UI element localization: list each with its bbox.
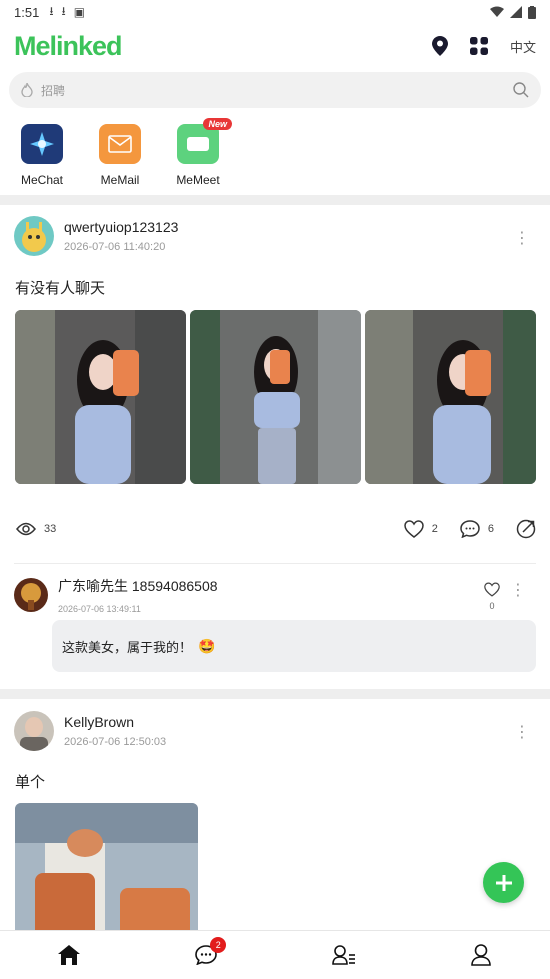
post-photos <box>15 310 536 484</box>
post-username[interactable]: qwertyuiop123123 <box>64 219 178 235</box>
eye-icon <box>16 522 36 536</box>
battery-icon <box>528 5 536 19</box>
memeet-icon <box>177 124 219 164</box>
post-timestamp: 2026-07-06 11:40:20 <box>64 241 166 253</box>
heart-icon <box>484 582 500 597</box>
comment-like-button[interactable]: 0 <box>484 582 500 611</box>
comment-likes-count: 0 <box>489 601 495 611</box>
mechat-icon <box>21 124 63 164</box>
app-header: Melinked 中文 <box>0 28 550 64</box>
nav-messages[interactable]: 2 <box>138 931 276 979</box>
post-photo[interactable] <box>190 310 361 484</box>
download-icon: ⭳ <box>61 3 66 18</box>
home-icon <box>57 945 80 965</box>
wifi-icon <box>490 6 504 17</box>
search-icon[interactable] <box>513 82 529 98</box>
views-stat: 33 <box>16 522 56 536</box>
heart-icon <box>403 520 424 538</box>
flame-icon <box>21 83 33 97</box>
post-stats: 33 2 6 <box>16 518 536 540</box>
nav-contacts[interactable] <box>275 931 413 979</box>
status-bar: 1:51 ⭳ ⭳ ▣ <box>0 0 550 24</box>
share-icon[interactable] <box>516 519 536 539</box>
comment-username[interactable]: 广东喻先生 18594086508 <box>58 576 218 596</box>
contacts-icon <box>331 945 355 965</box>
memail-icon <box>99 124 141 164</box>
post-photo[interactable] <box>15 803 198 943</box>
star-eyes-emoji: 🤩 <box>198 637 216 654</box>
comment-timestamp: 2026-07-06 13:49:11 <box>58 604 141 614</box>
app-mechat[interactable]: MeChat <box>14 124 70 187</box>
unread-badge: 2 <box>210 937 227 953</box>
likes-count: 2 <box>431 523 438 535</box>
post-username[interactable]: KellyBrown <box>64 714 166 730</box>
search-placeholder: 招聘 <box>41 83 66 98</box>
post-text: 单个 <box>15 774 46 791</box>
location-pin-icon[interactable] <box>431 36 448 56</box>
profile-icon <box>471 944 492 966</box>
avatar[interactable] <box>14 578 48 612</box>
section-separator <box>0 195 550 205</box>
status-time: 1:51 <box>14 4 40 20</box>
search-bar[interactable]: 招聘 <box>9 72 541 108</box>
post-header[interactable]: qwertyuiop123123 2026-07-06 11:40:20 <box>14 216 178 256</box>
post-timestamp: 2026-07-06 12:50:03 <box>64 736 167 748</box>
post-header[interactable]: KellyBrown 2026-07-06 12:50:03 <box>14 711 166 751</box>
quick-apps: MeChat MeMail New MeMeet <box>14 118 232 187</box>
comment-bubble: 这款美女，属于我的！ 🤩 <box>52 620 536 672</box>
app-memeet[interactable]: New MeMeet <box>170 118 232 187</box>
section-separator <box>0 689 550 699</box>
nav-profile[interactable] <box>413 931 550 979</box>
views-count: 33 <box>44 523 57 535</box>
more-options-icon[interactable]: ⋮ <box>514 722 530 742</box>
post-text: 有没有人聊天 <box>15 280 106 297</box>
apps-grid-icon[interactable] <box>469 37 488 55</box>
post-photo[interactable] <box>365 310 536 484</box>
download-icon: ⭳ <box>49 3 54 18</box>
language-switch[interactable]: 中文 <box>510 37 536 56</box>
comment-header: 广东喻先生 18594086508 2026-07-06 13:49:11 0 … <box>14 576 536 614</box>
app-label: MeMail <box>100 173 140 187</box>
comments-count: 6 <box>487 523 494 535</box>
signal-icon <box>510 6 522 18</box>
comment-button[interactable]: 6 <box>460 520 494 538</box>
more-options-icon[interactable]: ⋮ <box>514 228 530 248</box>
app-label: MeMeet <box>176 173 220 187</box>
post-photo[interactable] <box>15 310 186 484</box>
nav-home[interactable] <box>0 931 138 979</box>
more-options-icon[interactable]: ⋮ <box>510 580 526 600</box>
avatar[interactable] <box>14 216 54 256</box>
create-post-button[interactable] <box>483 862 524 903</box>
new-badge: New <box>203 118 232 130</box>
comment-icon <box>460 520 480 538</box>
like-button[interactable]: 2 <box>403 520 438 538</box>
bottom-nav: 2 <box>0 930 550 979</box>
divider <box>14 563 536 564</box>
avatar[interactable] <box>14 711 54 751</box>
app-memail[interactable]: MeMail <box>92 124 148 187</box>
app-logo: Melinked <box>14 30 123 61</box>
app-label: MeChat <box>20 173 64 187</box>
comment-text: 这款美女，属于我的！ <box>62 639 193 655</box>
plus-icon <box>495 874 512 891</box>
app-notification-icon: ▣ <box>73 5 86 19</box>
